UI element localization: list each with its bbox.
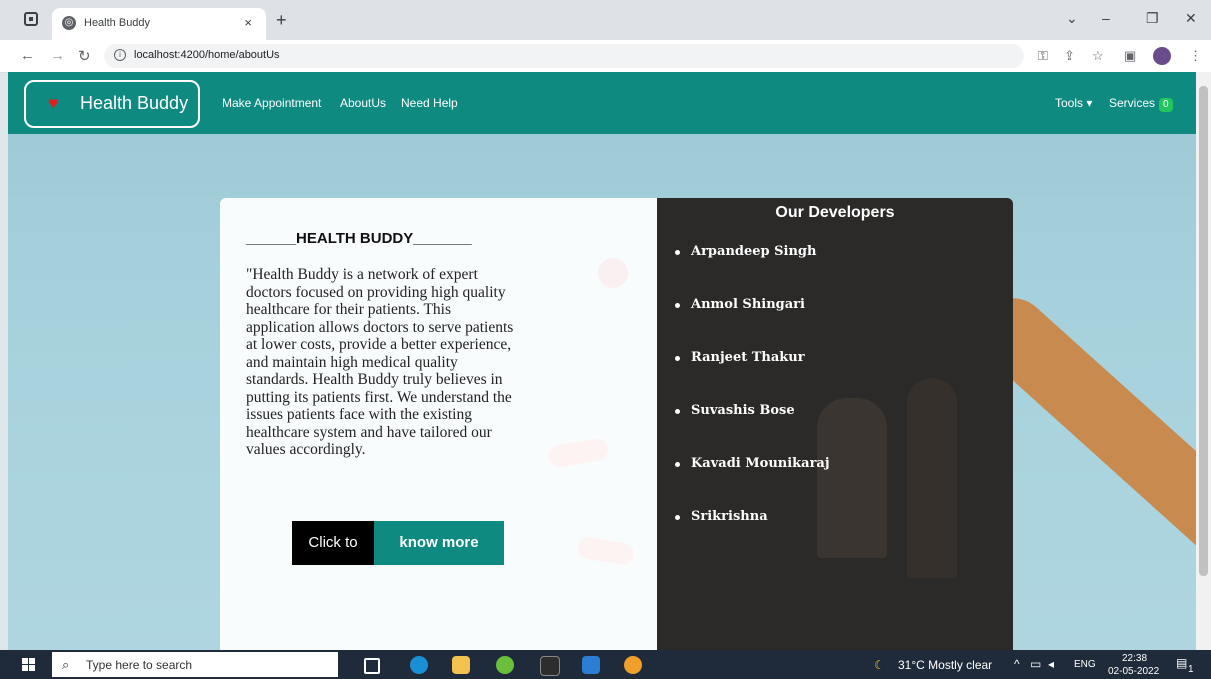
page-scrollbar[interactable] [1196,72,1211,650]
tab-close-icon[interactable]: × [244,15,252,30]
services-count-badge: 0 [1159,98,1173,112]
restore-button[interactable]: ❐ [1146,10,1159,27]
notification-icon[interactable]: ▤ [1176,656,1187,670]
notification-count: 1 [1188,664,1194,675]
about-panel: ______HEALTH BUDDY_______ "Health Buddy … [220,198,657,650]
weather-status[interactable]: 31°C Mostly clear [898,658,992,672]
list-item: Kavadi Mounikaraj [675,456,830,509]
file-explorer-icon[interactable] [452,656,470,674]
nav-need-help[interactable]: Need Help [401,96,458,110]
about-title: ______HEALTH BUDDY_______ [246,230,472,247]
list-item: Arpandeep Singh [675,244,830,297]
clock-date[interactable]: 02-05-2022 [1108,666,1159,677]
clock-time[interactable]: 22:38 [1122,653,1147,664]
site-info-icon[interactable]: i [114,49,126,61]
url-text[interactable]: localhost:4200/home/aboutUs [134,49,280,61]
nav-make-appointment[interactable]: Make Appointment [222,96,321,110]
list-item: Ranjeet Thakur [675,350,830,403]
new-tab-button[interactable]: + [276,10,287,31]
network-icon[interactable]: ▭ [1030,657,1041,671]
windows-start-icon[interactable] [22,658,36,672]
browser-tab-strip: ◎ Health Buddy × + ⌄ – ❐ ✕ [0,0,1211,40]
side-panel-icon[interactable]: ▣ [1124,48,1136,64]
bookmark-star-icon[interactable]: ☆ [1092,48,1104,64]
search-placeholder: Type here to search [86,658,193,672]
edge-icon[interactable] [410,656,428,674]
chrome-icon[interactable] [624,656,642,674]
heart-icon: ♥ [48,93,59,113]
task-view-icon[interactable] [364,658,380,674]
taskbar-search-box[interactable]: ⌕ Type here to search [52,652,338,677]
globe-icon: ◎ [62,16,76,30]
developers-list: Arpandeep Singh Anmol Shingari Ranjeet T… [675,244,830,562]
omnibox[interactable]: i localhost:4200/home/aboutUs [104,44,1024,68]
app-icon[interactable] [496,656,514,674]
services-label: Services [1109,96,1156,110]
profile-avatar[interactable] [1153,47,1171,65]
developers-panel: Our Developers Arpandeep Singh Anmol Shi… [657,198,1013,650]
developers-title: Our Developers [775,204,895,221]
back-arrow-icon[interactable]: ← [20,47,35,64]
scrollbar-thumb[interactable] [1199,86,1208,576]
language-indicator[interactable]: ENG [1074,659,1096,670]
site-navbar: ♥ Health Buddy Make Appointment AboutUs … [8,72,1196,134]
window-menu-icon[interactable] [24,12,38,26]
list-item: Anmol Shingari [675,297,830,350]
more-menu-icon[interactable]: ⋮ [1189,48,1202,64]
about-description: "Health Buddy is a network of expert doc… [246,266,514,458]
know-more-button[interactable]: Click to know more [292,521,504,565]
search-icon: ⌕ [62,657,70,672]
minimize-button[interactable]: – [1102,10,1110,26]
terminal-icon[interactable] [540,656,560,676]
tray-chevron-up-icon[interactable]: ^ [1014,657,1020,671]
know-more-button-label[interactable]: know more [374,521,504,565]
brand-name: Health Buddy [80,93,189,113]
vscode-icon[interactable] [582,656,600,674]
brand-logo[interactable]: ♥ Health Buddy [24,80,200,128]
browser-tab[interactable]: ◎ Health Buddy × [52,8,266,40]
os-taskbar: ⌕ Type here to search ☾ 31°C Mostly clea… [0,650,1211,679]
reload-icon[interactable]: ↻ [78,47,91,65]
volume-icon[interactable]: ◂ [1048,657,1054,671]
nav-about-us[interactable]: AboutUs [340,96,386,110]
close-window-button[interactable]: ✕ [1185,10,1197,27]
list-item: Suvashis Bose [675,403,830,456]
forward-arrow-icon[interactable]: → [50,47,65,64]
tools-dropdown[interactable]: Tools ▾ [1055,96,1092,110]
share-icon[interactable]: ⇪ [1064,48,1075,64]
address-bar-row: ← → ↻ i localhost:4200/home/aboutUs ⚿ ⇪ … [0,40,1211,73]
background-people-illustration [907,378,957,578]
tab-title: Health Buddy [84,17,151,29]
page-viewport: ♥ Health Buddy Make Appointment AboutUs … [8,72,1196,650]
weather-moon-icon[interactable]: ☾ [874,658,885,672]
key-icon[interactable]: ⚿ [1038,48,1048,64]
know-more-button-prefix[interactable]: Click to [292,521,374,565]
services-link[interactable]: Services 0 [1109,96,1173,112]
list-item: Srikrishna [675,509,830,562]
tab-search-chevron-icon[interactable]: ⌄ [1066,10,1078,27]
